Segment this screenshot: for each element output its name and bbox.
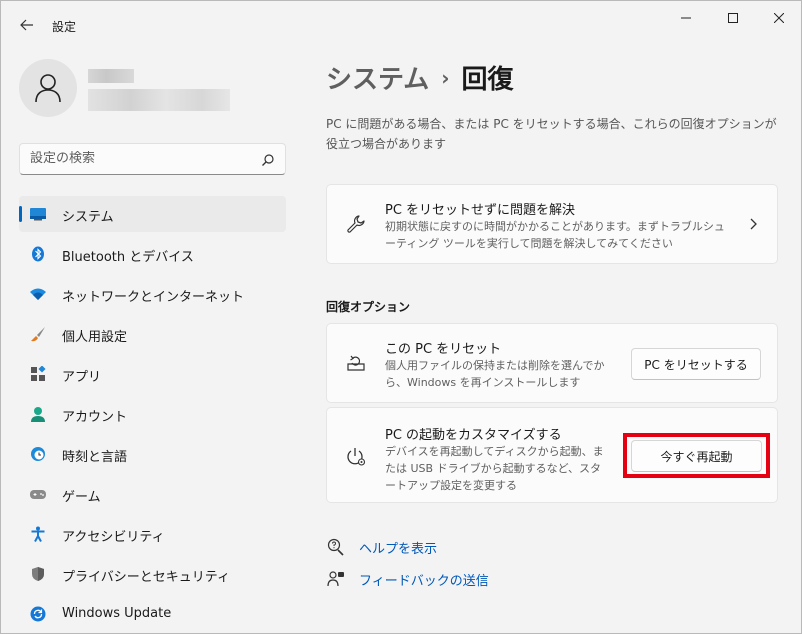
sidebar-item-apps[interactable]: アプリ xyxy=(19,356,286,392)
section-heading-recovery-options: 回復オプション xyxy=(326,300,411,314)
troubleshoot-card[interactable]: PC をリセットせずに問題を解決 初期状態に戻すのに時間がかかることがあります。… xyxy=(326,184,778,264)
help-icon xyxy=(326,538,346,556)
maximize-icon xyxy=(728,13,738,23)
advanced-startup-title: PC の起動をカスタマイズする xyxy=(385,428,562,443)
back-button[interactable] xyxy=(15,13,39,37)
power-settings-icon xyxy=(345,446,367,468)
wrench-icon xyxy=(345,213,367,235)
reset-pc-title: この PC をリセット xyxy=(385,342,502,357)
settings-window: 設定 システム xyxy=(0,0,802,634)
sidebar-item-label: アクセシビリティ xyxy=(62,530,165,545)
troubleshoot-description: 初期状態に戻すのに時間がかかることがあります。まずトラブルシューティング ツール… xyxy=(385,220,725,250)
bluetooth-icon xyxy=(29,246,47,262)
reset-pc-icon xyxy=(345,352,367,374)
gamepad-icon xyxy=(29,486,47,502)
troubleshoot-title: PC をリセットせずに問題を解決 xyxy=(385,203,576,218)
brush-icon xyxy=(29,326,47,342)
sidebar-item-label: ネットワークとインターネット xyxy=(62,290,245,305)
help-link[interactable]: ヘルプを表示 xyxy=(326,537,437,557)
maximize-button[interactable] xyxy=(710,1,756,35)
app-title: 設定 xyxy=(52,20,77,34)
sidebar-item-system[interactable]: システム xyxy=(19,196,286,232)
sidebar-item-time-language[interactable]: 時刻と言語 xyxy=(19,436,286,472)
user-name-blurred xyxy=(88,69,134,83)
minimize-icon xyxy=(681,17,691,19)
title-bar: 設定 xyxy=(1,1,801,49)
close-icon xyxy=(774,13,784,23)
wifi-icon xyxy=(29,286,47,302)
sidebar-item-label: Windows Update xyxy=(62,606,172,621)
breadcrumb-parent[interactable]: システム xyxy=(326,65,429,95)
close-button[interactable] xyxy=(756,1,801,35)
sidebar-item-label: プライバシーとセキュリティ xyxy=(62,570,230,585)
page-description: PC に問題がある場合、または PC をリセットする場合、これらの回復オプション… xyxy=(326,117,777,151)
avatar[interactable] xyxy=(19,59,77,117)
sidebar-nav: システム Bluetooth とデバイス ネットワークとインターネット 個人用設… xyxy=(19,196,286,633)
sidebar-item-accessibility[interactable]: アクセシビリティ xyxy=(19,516,286,552)
search-box[interactable] xyxy=(19,143,286,175)
help-link-label[interactable]: ヘルプを表示 xyxy=(359,538,437,557)
user-email-blurred xyxy=(88,89,230,111)
sidebar-item-personalization[interactable]: 個人用設定 xyxy=(19,316,286,352)
user-icon xyxy=(35,74,61,103)
update-icon xyxy=(29,606,47,622)
minimize-button[interactable] xyxy=(663,1,709,35)
sidebar-item-label: 時刻と言語 xyxy=(62,450,128,465)
advanced-startup-description: デバイスを再起動してディスクから起動、または USB ドライブから起動するなど、… xyxy=(385,445,604,492)
feedback-icon xyxy=(326,570,346,588)
breadcrumb-separator: › xyxy=(441,66,450,90)
reset-pc-description: 個人用ファイルの保持または削除を選んでから、Windows を再インストールしま… xyxy=(385,359,605,389)
reset-pc-button[interactable]: PC をリセットする xyxy=(631,348,761,380)
breadcrumb: システム › 回復 xyxy=(326,59,514,96)
apps-icon xyxy=(29,366,47,382)
accessibility-icon xyxy=(29,526,47,542)
sidebar-item-label: アプリ xyxy=(62,370,102,385)
feedback-link-label[interactable]: フィードバックの送信 xyxy=(359,570,489,589)
search-icon[interactable] xyxy=(261,153,275,167)
shield-icon xyxy=(29,566,47,582)
time-language-icon xyxy=(29,446,47,462)
sidebar-item-privacy[interactable]: プライバシーとセキュリティ xyxy=(19,556,286,592)
highlight-annotation-box xyxy=(623,433,770,478)
sidebar-item-network[interactable]: ネットワークとインターネット xyxy=(19,276,286,312)
sidebar-item-label: Bluetooth とデバイス xyxy=(62,250,194,265)
search-input[interactable] xyxy=(30,151,250,166)
sidebar-item-label: ゲーム xyxy=(62,490,101,505)
sidebar-item-label: システム xyxy=(62,210,114,225)
account-icon xyxy=(29,406,47,422)
back-arrow-icon xyxy=(20,19,33,31)
system-icon xyxy=(29,206,47,222)
sidebar-item-windows-update[interactable]: Windows Update xyxy=(19,596,286,632)
sidebar-item-bluetooth[interactable]: Bluetooth とデバイス xyxy=(19,236,286,272)
page-title: 回復 xyxy=(461,65,514,95)
sidebar-item-label: 個人用設定 xyxy=(62,330,128,345)
sidebar-item-accounts[interactable]: アカウント xyxy=(19,396,286,432)
sidebar-item-gaming[interactable]: ゲーム xyxy=(19,476,286,512)
chevron-right-icon xyxy=(750,218,757,230)
feedback-link[interactable]: フィードバックの送信 xyxy=(326,569,489,589)
sidebar-item-label: アカウント xyxy=(62,410,128,425)
